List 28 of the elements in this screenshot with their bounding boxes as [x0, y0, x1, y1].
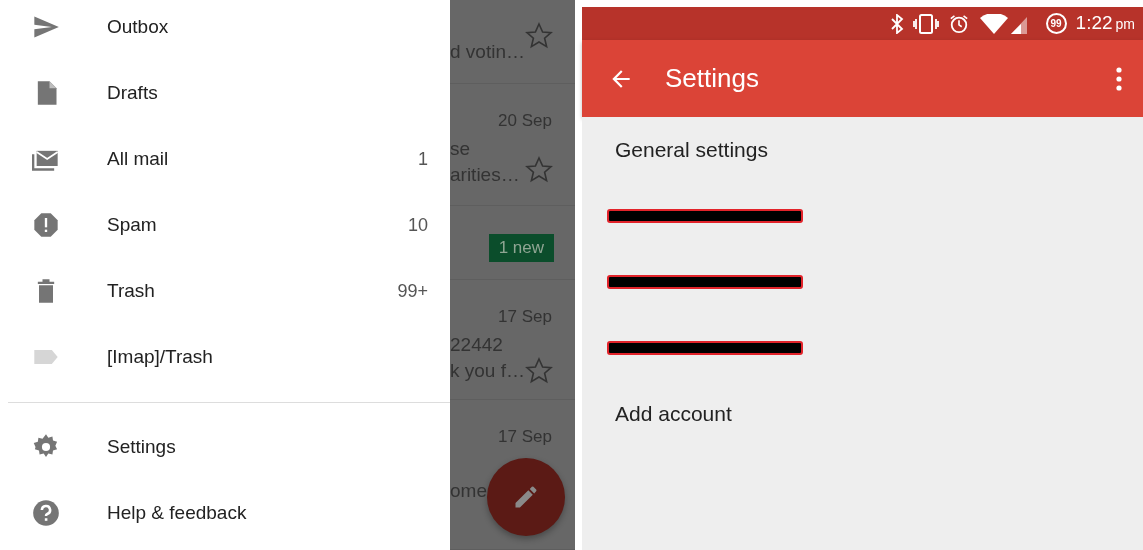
- drawer-item[interactable]: Trash: [107, 276, 398, 306]
- screen-title: Settings: [665, 62, 760, 95]
- drawer-item[interactable]: Spam: [107, 210, 408, 240]
- settings-item[interactable]: General settings: [615, 134, 768, 166]
- clock-time: 1:22: [1075, 12, 1113, 34]
- more-options-button[interactable]: [1115, 65, 1123, 92]
- drawer-item[interactable]: All mail: [107, 144, 418, 174]
- star-icon[interactable]: [525, 156, 553, 184]
- unread-count: 1: [418, 147, 428, 171]
- drawer-item[interactable]: Outbox: [107, 12, 428, 42]
- drawer-item[interactable]: Settings: [107, 432, 428, 462]
- bluetooth-icon: [889, 13, 904, 34]
- unread-count: 10: [407, 213, 428, 237]
- vibrate-icon: [912, 13, 939, 34]
- signal-icon: [978, 13, 1029, 34]
- drawer-item[interactable]: [Imap]/Trash: [107, 342, 428, 372]
- unread-count: 99+: [397, 279, 428, 303]
- battery-indicator: 99: [1045, 13, 1067, 34]
- help-icon: [32, 499, 60, 527]
- new-count-badge: 1 new: [488, 234, 554, 262]
- warning-octagon-icon: [32, 211, 60, 239]
- add-account-item[interactable]: Add account: [615, 398, 732, 430]
- compose-button[interactable]: [487, 458, 565, 536]
- star-icon[interactable]: [525, 357, 553, 385]
- drawer-item[interactable]: Drafts: [107, 78, 428, 108]
- clock-period: pm: [1115, 16, 1135, 33]
- star-icon[interactable]: [525, 22, 553, 50]
- drawer-item[interactable]: Help & feedback: [107, 498, 428, 528]
